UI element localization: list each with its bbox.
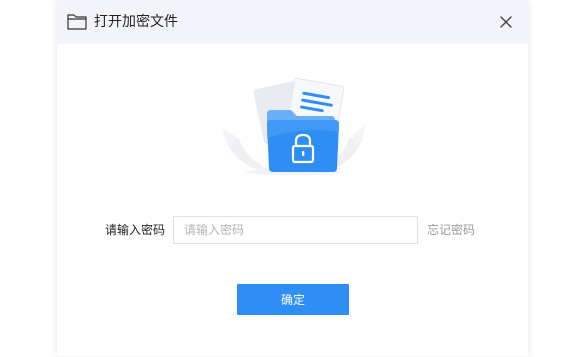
encrypted-file-dialog: 打开加密文件 请输入密码 忘记密码 确定: [57, 0, 528, 356]
confirm-button[interactable]: 确定: [237, 284, 349, 315]
password-label: 请输入密码: [105, 223, 166, 237]
forgot-password-link[interactable]: 忘记密码: [427, 222, 475, 238]
encrypted-folder-lock-icon: [223, 77, 365, 175]
close-icon[interactable]: [498, 14, 514, 30]
dialog-title: 打开加密文件: [94, 14, 178, 30]
password-input[interactable]: [173, 216, 418, 244]
folder-outline-icon: [67, 14, 87, 30]
dialog-titlebar: 打开加密文件: [57, 0, 528, 44]
